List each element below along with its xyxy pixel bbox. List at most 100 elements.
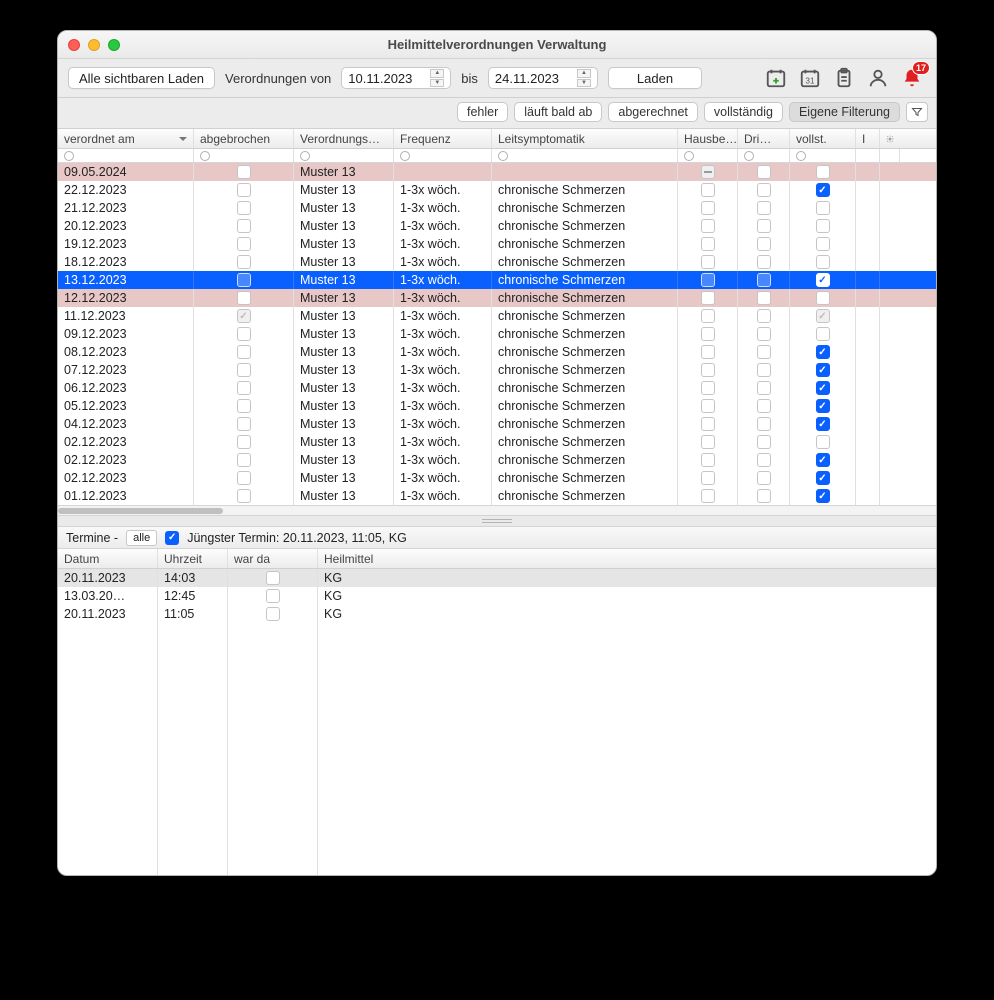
alarm-bell-icon[interactable]: 17 (898, 65, 926, 91)
new-appointment-icon[interactable] (762, 65, 790, 91)
checkbox[interactable] (816, 201, 830, 215)
checkbox[interactable] (266, 607, 280, 621)
filter-ring-icon[interactable] (64, 151, 74, 161)
checkbox[interactable] (237, 435, 251, 449)
col-dringend[interactable]: Dri… (738, 129, 790, 148)
col-war-da[interactable]: war da (228, 549, 318, 568)
filter-ring-icon[interactable] (498, 151, 508, 161)
date-from-stepper[interactable]: ▲▼ (430, 69, 444, 87)
checkbox[interactable] (816, 399, 830, 413)
checkbox[interactable] (816, 345, 830, 359)
col-extra[interactable]: I (856, 129, 880, 148)
col-hausbesuch[interactable]: Hausbe… (678, 129, 738, 148)
checkbox[interactable] (757, 363, 771, 377)
checkbox[interactable] (757, 453, 771, 467)
filter-ring-icon[interactable] (300, 151, 310, 161)
filter-laeuft-bald-ab[interactable]: läuft bald ab (514, 102, 602, 122)
table-row[interactable]: 20.11.202314:03KG (58, 569, 936, 587)
filter-ring-icon[interactable] (200, 151, 210, 161)
checkbox[interactable] (757, 435, 771, 449)
checkbox[interactable] (816, 327, 830, 341)
checkbox[interactable] (757, 165, 771, 179)
table-row[interactable]: 08.12.2023Muster 131-3x wöch.chronische … (58, 343, 936, 361)
checkbox[interactable] (701, 489, 715, 503)
checkbox[interactable] (237, 399, 251, 413)
filter-abgerechnet[interactable]: abgerechnet (608, 102, 698, 122)
checkbox[interactable] (701, 291, 715, 305)
filter-ring-icon[interactable] (400, 151, 410, 161)
date-from-field[interactable]: 10.11.2023 ▲▼ (341, 67, 451, 89)
col-abgebrochen[interactable]: abgebrochen (194, 129, 294, 148)
checkbox[interactable] (266, 589, 280, 603)
checkbox[interactable] (816, 219, 830, 233)
checkbox[interactable] (237, 327, 251, 341)
table-row[interactable]: 02.12.2023Muster 131-3x wöch.chronische … (58, 469, 936, 487)
checkbox[interactable] (757, 309, 771, 323)
checkbox[interactable] (701, 219, 715, 233)
checkbox[interactable] (237, 417, 251, 431)
filter-vollstaendig[interactable]: vollständig (704, 102, 783, 122)
checkbox[interactable] (701, 201, 715, 215)
checkbox[interactable] (237, 237, 251, 251)
col-vollstaendig[interactable]: vollst. (790, 129, 856, 148)
col-frequenz[interactable]: Frequenz (394, 129, 492, 148)
splitter-handle[interactable] (58, 515, 936, 527)
table-row[interactable]: 07.12.2023Muster 131-3x wöch.chronische … (58, 361, 936, 379)
col-verordnet-am[interactable]: verordnet am (58, 129, 194, 148)
date-to-stepper[interactable]: ▲▼ (577, 69, 591, 87)
checkbox[interactable] (237, 165, 251, 179)
table-row[interactable]: 21.12.2023Muster 131-3x wöch.chronische … (58, 199, 936, 217)
filter-ring-icon[interactable] (684, 151, 694, 161)
filter-ring-icon[interactable] (744, 151, 754, 161)
checkbox[interactable] (757, 201, 771, 215)
checkbox[interactable] (701, 327, 715, 341)
checkbox[interactable] (757, 219, 771, 233)
checkbox[interactable] (701, 381, 715, 395)
table-row[interactable]: 01.12.2023Muster 131-3x wöch.chronische … (58, 487, 936, 505)
horizontal-scrollbar[interactable] (58, 505, 936, 515)
col-heilmittel[interactable]: Heilmittel (318, 549, 936, 568)
checkbox[interactable] (701, 165, 715, 179)
checkbox[interactable] (237, 309, 251, 323)
table-row[interactable]: 13.12.2023Muster 131-3x wöch.chronische … (58, 271, 936, 289)
checkbox[interactable] (816, 255, 830, 269)
table-row[interactable]: 11.12.2023Muster 131-3x wöch.chronische … (58, 307, 936, 325)
checkbox[interactable] (816, 237, 830, 251)
table-row[interactable]: 20.12.2023Muster 131-3x wöch.chronische … (58, 217, 936, 235)
checkbox[interactable] (701, 237, 715, 251)
table-row[interactable]: 09.12.2023Muster 131-3x wöch.chronische … (58, 325, 936, 343)
checkbox[interactable] (757, 471, 771, 485)
table-row[interactable]: 22.12.2023Muster 131-3x wöch.chronische … (58, 181, 936, 199)
checkbox[interactable] (701, 399, 715, 413)
checkbox[interactable] (237, 255, 251, 269)
checkbox[interactable] (816, 381, 830, 395)
checkbox[interactable] (701, 183, 715, 197)
col-verordnungstyp[interactable]: Verordnungs… (294, 129, 394, 148)
checkbox[interactable] (237, 453, 251, 467)
checkbox[interactable] (701, 363, 715, 377)
checkbox[interactable] (701, 453, 715, 467)
checkbox[interactable] (816, 435, 830, 449)
checkbox[interactable] (237, 291, 251, 305)
table-row[interactable]: 19.12.2023Muster 131-3x wöch.chronische … (58, 235, 936, 253)
checkbox[interactable] (701, 417, 715, 431)
checkbox[interactable] (701, 255, 715, 269)
col-datum[interactable]: Datum (58, 549, 158, 568)
person-icon[interactable] (864, 65, 892, 91)
checkbox[interactable] (816, 183, 830, 197)
table-row[interactable]: 04.12.2023Muster 131-3x wöch.chronische … (58, 415, 936, 433)
checkbox[interactable] (757, 273, 771, 287)
table-row[interactable]: 20.11.202311:05KG (58, 605, 936, 623)
table-settings-gear-icon[interactable] (880, 129, 900, 148)
load-button[interactable]: Laden (608, 67, 702, 89)
filter-fehler[interactable]: fehler (457, 102, 508, 122)
checkbox[interactable] (237, 489, 251, 503)
checkbox[interactable] (237, 363, 251, 377)
checkbox[interactable] (701, 273, 715, 287)
table-row[interactable]: 12.12.2023Muster 131-3x wöch.chronische … (58, 289, 936, 307)
checkbox[interactable] (701, 435, 715, 449)
col-uhrzeit[interactable]: Uhrzeit (158, 549, 228, 568)
table-row[interactable]: 13.03.20…12:45KG (58, 587, 936, 605)
checkbox[interactable] (816, 363, 830, 377)
termine-alle-chip[interactable]: alle (126, 530, 157, 546)
